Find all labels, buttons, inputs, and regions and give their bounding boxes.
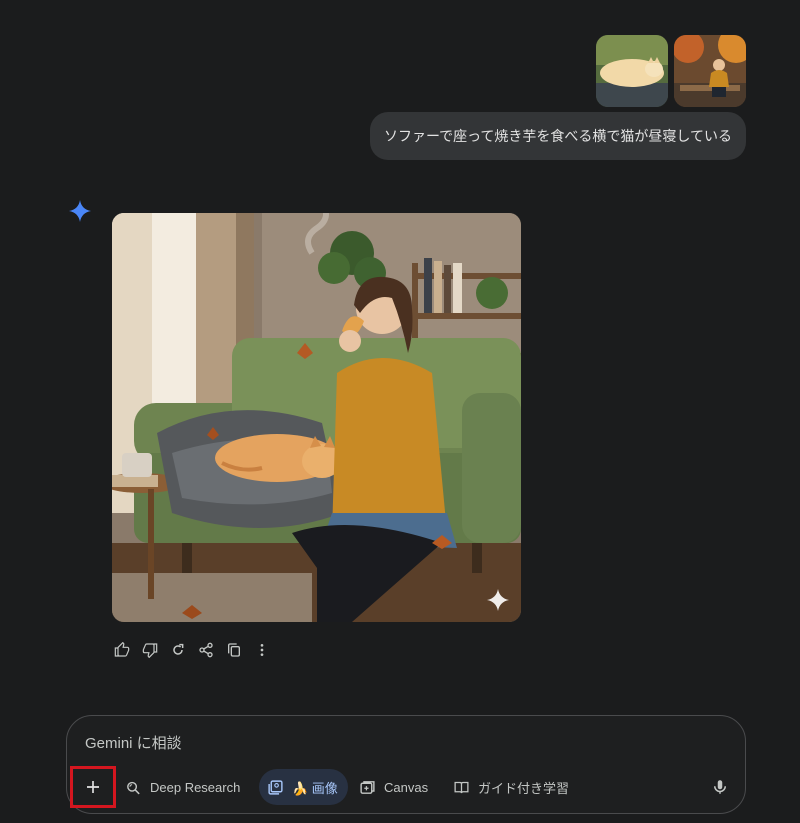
- share-button[interactable]: [196, 640, 216, 660]
- user-message-bubble: ソファーで座って焼き芋を食べる横で猫が昼寝している: [369, 112, 746, 160]
- attachment-thumbnail-woman[interactable]: [674, 35, 746, 107]
- image-gallery-icon: [268, 779, 283, 795]
- deep-research-label: Deep Research: [150, 779, 241, 795]
- image-tool-button[interactable]: 🍌 画像: [259, 769, 348, 805]
- cat-sleeping-thumbnail-image: [596, 35, 668, 107]
- plus-icon: [87, 781, 99, 793]
- thumbs-up-icon: [114, 642, 130, 657]
- microphone-icon[interactable]: [711, 778, 729, 796]
- attachment-thumbnail-cat[interactable]: [596, 35, 668, 107]
- regenerate-button[interactable]: [168, 640, 188, 660]
- deep-research-button[interactable]: Deep Research: [125, 769, 240, 805]
- canvas-label: Canvas: [384, 779, 429, 795]
- copy-button[interactable]: [224, 640, 244, 660]
- more-vert-icon: [260, 644, 264, 656]
- thumbs-down-icon: [142, 643, 158, 658]
- regenerate-icon: [173, 643, 184, 655]
- thumbs-down-button[interactable]: [140, 640, 160, 660]
- guided-learning-label: ガイド付き学習: [478, 780, 570, 796]
- share-icon: [199, 642, 213, 658]
- image-tool-label: 🍌 画像: [292, 780, 338, 796]
- response-actions: [112, 640, 272, 660]
- gemini-chat-page: ソファーで座って焼き芋を食べる横で猫が昼寝している Gemini に相談 Dee…: [0, 0, 800, 823]
- woman-autumn-thumbnail-image: [674, 35, 746, 107]
- generated-image-scene: [112, 213, 521, 622]
- canvas-button[interactable]: Canvas: [359, 769, 428, 805]
- guided-learning-button[interactable]: ガイド付き学習: [453, 769, 569, 805]
- prompt-input[interactable]: [85, 733, 685, 753]
- more-options-button[interactable]: [252, 640, 272, 660]
- deep-research-icon: [127, 781, 140, 794]
- generated-image[interactable]: [112, 213, 521, 622]
- canvas-icon: [360, 780, 375, 794]
- thumbs-up-button[interactable]: [112, 640, 132, 660]
- gemini-spark-icon: [69, 200, 91, 222]
- copy-icon: [228, 643, 240, 657]
- book-icon: [454, 781, 469, 793]
- prompt-composer: Deep Research 🍌 画像 Canvas ガイド付き学習: [66, 715, 746, 814]
- add-attachment-button[interactable]: [70, 766, 116, 808]
